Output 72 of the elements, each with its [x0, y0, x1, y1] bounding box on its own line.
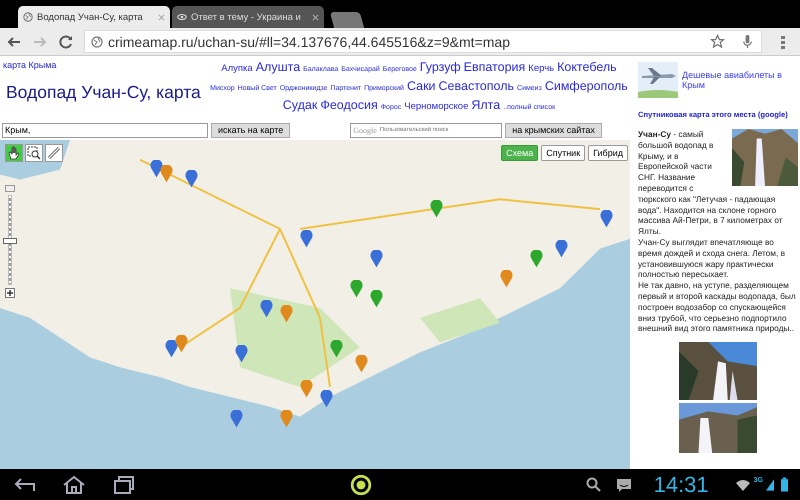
reload-icon[interactable] [58, 34, 74, 50]
place-link[interactable]: Судак [282, 98, 318, 112]
map-pin-icon[interactable] [150, 160, 163, 178]
zoom-icon[interactable] [25, 144, 43, 162]
map-pin-icon[interactable] [235, 345, 248, 363]
map-pin-icon[interactable] [370, 290, 383, 308]
hand-icon[interactable] [5, 144, 23, 162]
place-link[interactable]: Ялта [471, 98, 500, 112]
map-pin-icon[interactable] [230, 410, 243, 428]
star-icon[interactable] [710, 34, 725, 49]
place-link[interactable]: Евпатория [464, 60, 526, 74]
place-link[interactable]: Черноморское [404, 100, 468, 114]
map-pin-icon[interactable] [185, 170, 198, 188]
home-icon[interactable] [62, 474, 86, 494]
place-link[interactable]: Гурзуф [420, 60, 461, 74]
map-pin-icon[interactable] [370, 250, 383, 268]
map-pin-icon[interactable] [600, 210, 613, 228]
place-link[interactable]: Севастополь [438, 79, 514, 93]
place-link[interactable]: Симферополь [544, 79, 628, 93]
map-type-button[interactable]: Спутник [541, 145, 586, 161]
map-pin-icon[interactable] [175, 335, 188, 353]
map-pin-icon[interactable] [530, 250, 543, 268]
browser-tab[interactable]: Ответ в тему - Украина и [172, 6, 324, 28]
map-type-button[interactable]: Гибрид [588, 145, 628, 161]
eye-icon [177, 12, 187, 22]
search-icon[interactable] [586, 476, 602, 492]
map-pin-icon[interactable] [320, 390, 333, 408]
place-link[interactable]: Алупка [221, 62, 253, 76]
map-pin-icon[interactable] [555, 240, 568, 258]
map-pin-icon[interactable] [300, 380, 313, 398]
map-pin-icon[interactable] [500, 270, 513, 288]
microphone-icon[interactable] [740, 34, 755, 49]
description-text: Не так давно, на уступе, разделяющем первый и второй каскады водопада, был построен водозабор со спускающейся вниз трубой, что серьезно подпортило внешний вид этого памятника природы.. [638, 280, 797, 334]
map-pin-icon[interactable] [300, 230, 313, 248]
description-text: тюркского как "Летучая - падающая вода". Находится на склоне горного массива Ай-Петри, в 7 километрах от Ялты. [638, 194, 784, 237]
address-field[interactable]: crimeamap.ru/uchan-su/#ll=34.137676,44.645516&z=9&mt=map [84, 30, 762, 53]
new-tab-button[interactable] [330, 12, 364, 28]
zoom-slider[interactable] [3, 195, 17, 285]
page-title: Водопад Учан-Су, карта [6, 81, 201, 104]
map-pin-icon[interactable] [160, 165, 173, 183]
place-link[interactable]: Коктебель [557, 60, 617, 74]
place-link[interactable]: Алушта [256, 60, 300, 74]
target-icon[interactable] [350, 474, 372, 496]
recent-apps-icon[interactable] [112, 474, 136, 494]
map-pin-icon[interactable] [260, 300, 273, 318]
airplane-drawing [638, 62, 678, 98]
map-pin-icon[interactable] [330, 340, 343, 358]
signal-icon [766, 478, 774, 490]
clock-time: 14:31 [654, 472, 709, 498]
google-logo: Google [353, 126, 377, 134]
map-search-button[interactable]: искать на карте [211, 122, 290, 138]
battery-icon [781, 477, 788, 492]
zoom-in-icon[interactable] [5, 288, 15, 298]
menu-icon[interactable] [780, 34, 786, 50]
site-search-button[interactable]: на крымских сайтах [505, 122, 602, 138]
description-text: Учан-Су выглядит впечатляюще во время дождей и схода снега. Летом, в установившуюся жару практически полностью пересыхает. [638, 236, 786, 280]
map-pin-icon[interactable] [430, 200, 443, 218]
place-link[interactable]: Керчь [528, 62, 554, 76]
map-pin-icon[interactable] [280, 410, 293, 428]
map-pin-icon[interactable] [165, 340, 178, 358]
place-link[interactable]: Саки [406, 79, 436, 93]
map-pin-icon[interactable] [355, 355, 368, 373]
message-icon[interactable] [616, 476, 632, 492]
breadcrumb-link[interactable]: карта Крыма [3, 60, 208, 70]
close-icon[interactable] [312, 14, 319, 20]
ruler-icon[interactable] [45, 144, 63, 162]
map-search-field[interactable]: Крым, [2, 122, 208, 138]
place-link[interactable]: Феодосия [320, 98, 378, 112]
zoom-out-button[interactable] [5, 185, 15, 192]
browser-tab[interactable]: Водопад Учан-Су, карта [18, 6, 170, 28]
ad-link[interactable]: Дешевые авиабилеты в Крым [682, 70, 782, 90]
map-pin-icon[interactable] [350, 280, 363, 298]
